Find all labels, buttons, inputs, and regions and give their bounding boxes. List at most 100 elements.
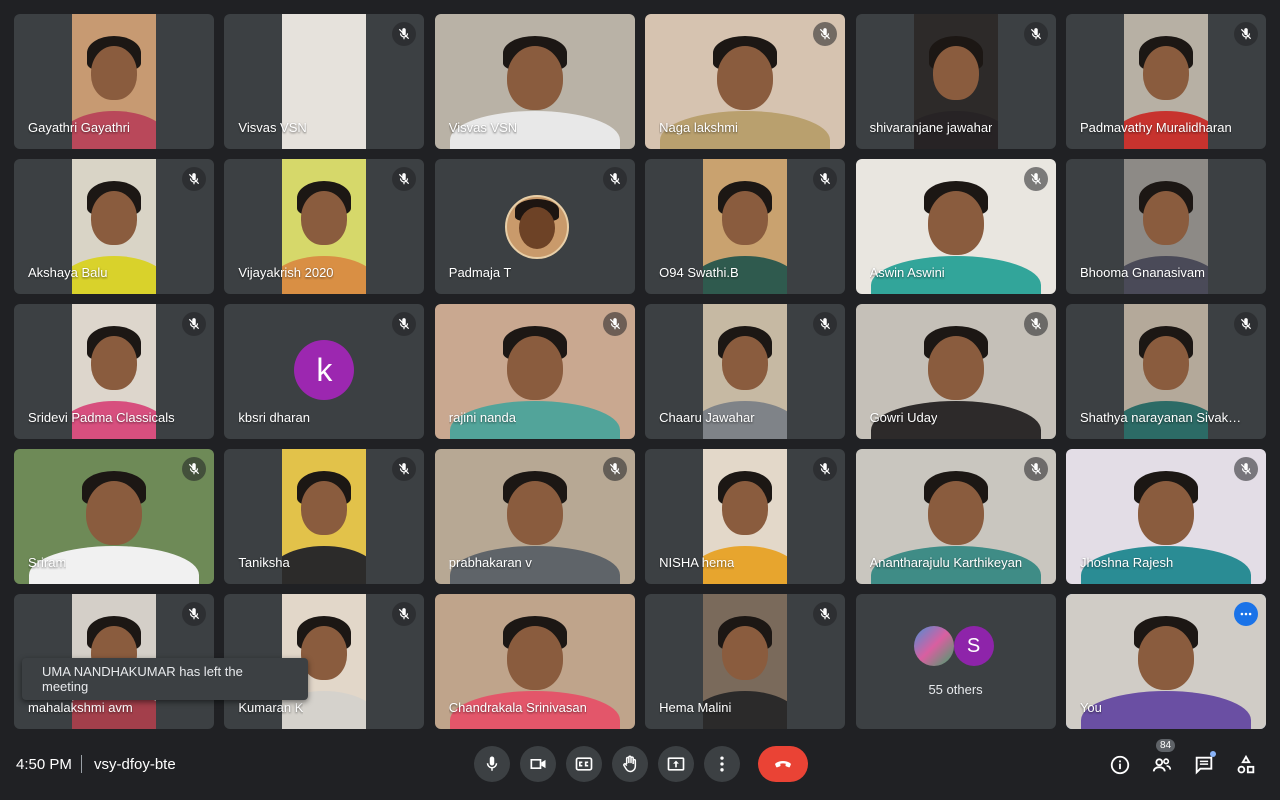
- participant-name: Chaaru Jawahar: [659, 410, 755, 425]
- participant-tile[interactable]: shivaranjane jawahar: [855, 14, 1056, 149]
- meeting-time: 4:50 PM: [16, 756, 72, 773]
- mic-off-icon: [399, 463, 410, 475]
- participant-tile[interactable]: Anantharajulu Karthikeyan: [855, 449, 1056, 584]
- mic-off-icon: [820, 318, 831, 330]
- participant-tile[interactable]: Taniksha: [224, 449, 425, 584]
- muted-indicator: [392, 602, 417, 626]
- mic-off-icon: [609, 318, 620, 330]
- camera-button[interactable]: [520, 746, 556, 782]
- activities-icon: [1237, 754, 1255, 774]
- participant-name: Chandrakala Srinivasan: [448, 700, 587, 715]
- self-view-tile[interactable]: You: [1065, 594, 1266, 729]
- participant-tile[interactable]: Sridevi Padma Classicals: [14, 304, 214, 439]
- unread-dot: [1210, 751, 1216, 757]
- captions-button[interactable]: [566, 746, 602, 782]
- avatar: S: [953, 626, 994, 666]
- muted-indicator: [1233, 312, 1258, 336]
- participant-tile[interactable]: Jhoshna Rajesh: [1065, 449, 1266, 584]
- microphone-button[interactable]: [474, 746, 510, 782]
- participant-name: rajini nanda: [448, 410, 516, 425]
- participant-name: Kumaran K: [238, 700, 304, 715]
- avatar: [913, 626, 954, 666]
- people-button[interactable]: 84: [1148, 739, 1176, 779]
- muted-indicator: [1233, 457, 1258, 481]
- muted-indicator: [392, 22, 417, 46]
- others-avatars: S: [913, 626, 998, 666]
- mic-off-icon: [820, 28, 831, 40]
- participant-name: prabhakaran v: [448, 555, 532, 570]
- participant-tile[interactable]: prabhakaran v: [434, 449, 635, 584]
- participant-name: mahalakshmi avm: [28, 700, 133, 715]
- participant-tile[interactable]: Gayathri Gayathri: [14, 14, 214, 149]
- participant-tile[interactable]: k kbsri dharan: [224, 304, 425, 439]
- participant-tile[interactable]: Hema Malini: [645, 594, 846, 729]
- mic-off-icon: [609, 173, 620, 185]
- participant-tile[interactable]: Padmavathy Muralidharan: [1065, 14, 1266, 149]
- chat-button[interactable]: [1190, 751, 1218, 779]
- muted-indicator: [1023, 312, 1048, 336]
- info-icon: [1110, 755, 1130, 775]
- participant-tile[interactable]: Naga lakshmi: [645, 14, 846, 149]
- meeting-details-button[interactable]: [1106, 751, 1134, 779]
- side-controls: 84: [1106, 739, 1260, 779]
- present-screen-icon: [667, 757, 685, 771]
- participant-tile[interactable]: Shathya narayanan Sivakumar: [1065, 304, 1266, 439]
- participant-name: Gowri Uday: [869, 410, 938, 425]
- participant-tile[interactable]: NISHA hema: [645, 449, 846, 584]
- participant-name: You: [1079, 700, 1102, 715]
- participant-count-badge: 84: [1156, 739, 1176, 752]
- participant-name: Taniksha: [238, 555, 290, 570]
- more-options-icon: [720, 756, 724, 772]
- raise-hand-icon: [623, 755, 637, 773]
- mic-off-icon: [820, 463, 831, 475]
- mic-off-icon: [399, 608, 410, 620]
- participant-grid: Gayathri Gayathri Visvas VSN Visvas VSN Nag…: [14, 14, 1266, 729]
- participant-tile[interactable]: Chaaru Jawahar: [645, 304, 846, 439]
- hang-up-button[interactable]: [758, 746, 808, 782]
- muted-indicator: [1233, 22, 1258, 46]
- participant-tile[interactable]: Sriram: [14, 449, 214, 584]
- muted-indicator: [813, 312, 838, 336]
- muted-indicator: [813, 457, 838, 481]
- participant-tile[interactable]: Aswin Aswini: [855, 159, 1056, 294]
- mic-off-icon: [188, 608, 200, 620]
- video-feed: [282, 449, 367, 584]
- divider: [81, 755, 82, 773]
- self-view-options-button[interactable]: [1233, 602, 1258, 626]
- others-tile[interactable]: S 55 others: [855, 594, 1056, 729]
- activities-button[interactable]: [1232, 751, 1260, 779]
- muted-indicator: [1023, 167, 1048, 191]
- present-button[interactable]: [658, 746, 694, 782]
- muted-indicator: [182, 457, 206, 481]
- toast-text: UMA NANDHAKUMAR has left the meeting: [42, 664, 243, 694]
- participant-tile[interactable]: Gowri Uday: [855, 304, 1056, 439]
- muted-indicator: [392, 312, 417, 336]
- mic-off-icon: [399, 173, 410, 185]
- more-options-icon: [1240, 612, 1252, 616]
- participant-tile[interactable]: Vijayakrish 2020: [224, 159, 425, 294]
- participant-tile[interactable]: Bhooma Gnanasivam: [1065, 159, 1266, 294]
- participant-tile[interactable]: Visvas VSN: [224, 14, 425, 149]
- participant-tile[interactable]: Akshaya Balu: [14, 159, 214, 294]
- participant-tile[interactable]: Visvas VSN: [434, 14, 635, 149]
- participant-tile[interactable]: Padmaja T: [434, 159, 635, 294]
- avatar-letter: S: [966, 634, 981, 657]
- participant-tile[interactable]: rajini nanda: [434, 304, 635, 439]
- microphone-icon: [486, 756, 498, 771]
- participant-name: NISHA hema: [659, 555, 735, 570]
- avatar: [504, 195, 569, 259]
- more-options-button[interactable]: [704, 746, 740, 782]
- avatar: k: [294, 340, 355, 400]
- participant-name: Naga lakshmi: [659, 120, 738, 135]
- mic-off-icon: [820, 173, 831, 185]
- participant-tile[interactable]: Chandrakala Srinivasan: [434, 594, 635, 729]
- participant-name: kbsri dharan: [238, 410, 310, 425]
- raise-hand-button[interactable]: [612, 746, 648, 782]
- muted-indicator: [1023, 457, 1048, 481]
- muted-indicator: [602, 167, 627, 191]
- closed-captions-icon: [575, 757, 593, 771]
- mic-off-icon: [609, 463, 620, 475]
- toast-notification: UMA NANDHAKUMAR has left the meeting: [22, 658, 308, 700]
- muted-indicator: [392, 167, 417, 191]
- participant-tile[interactable]: O94 Swathi.B: [645, 159, 846, 294]
